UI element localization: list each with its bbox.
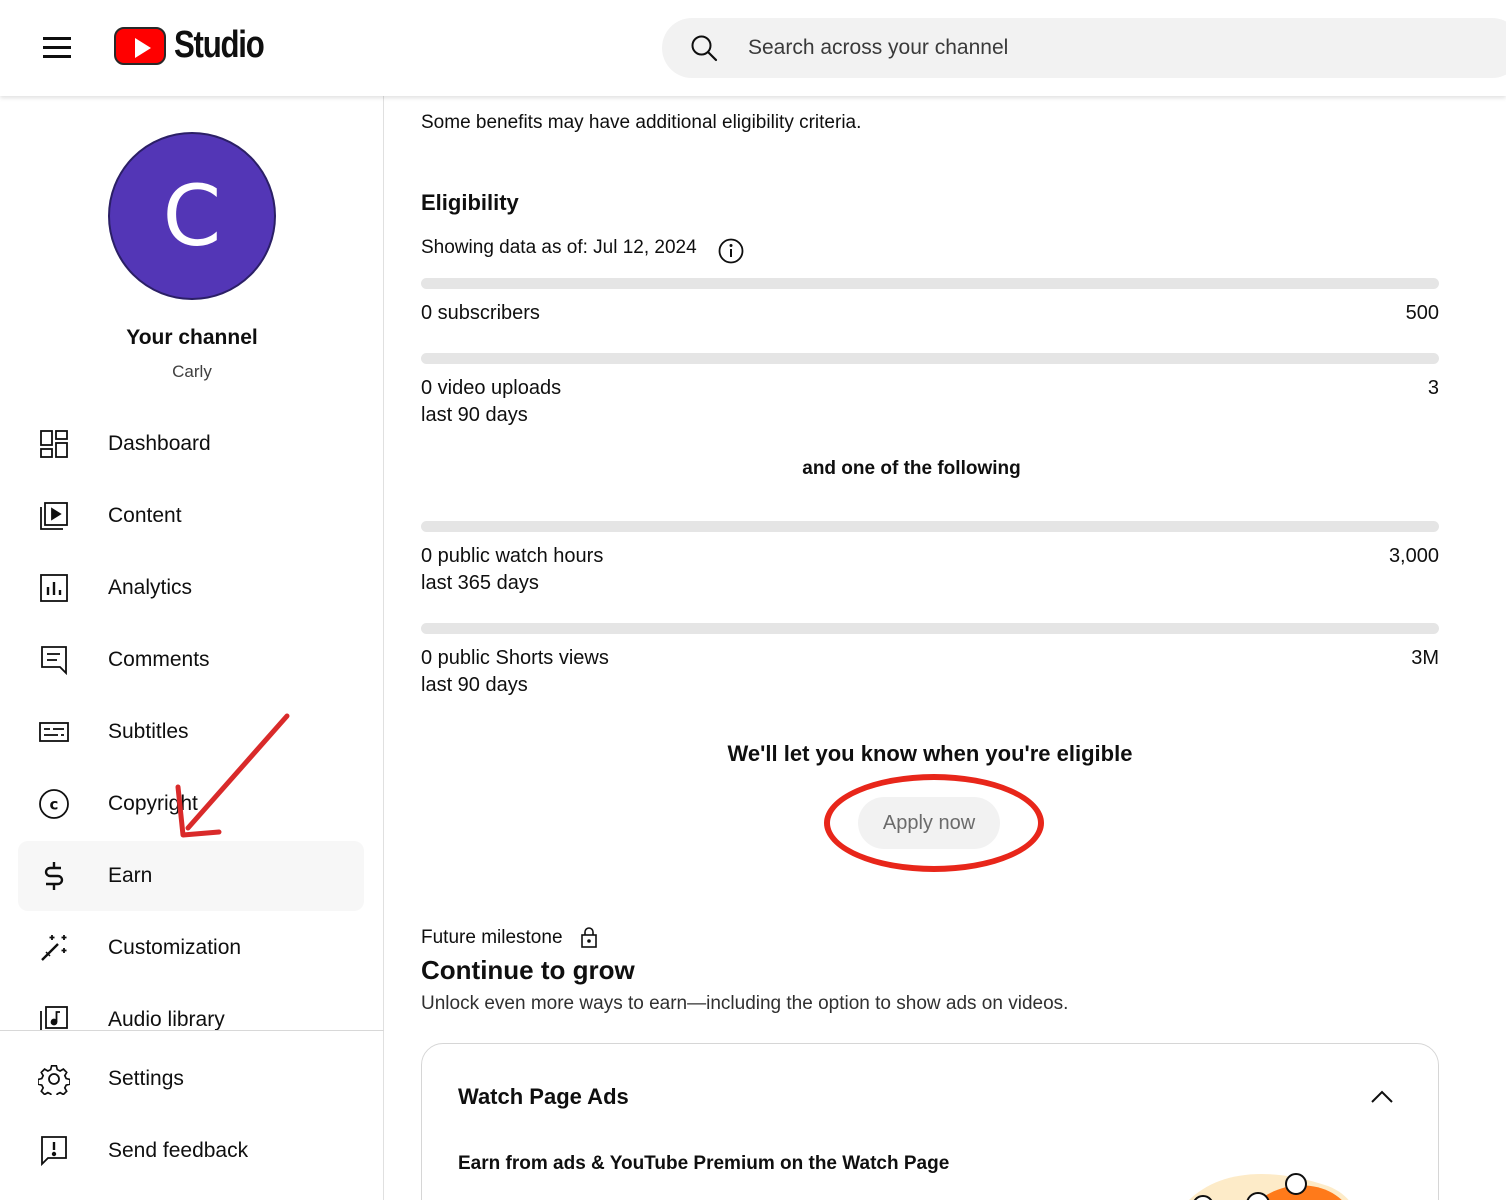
sidebar-item-label: Earn	[108, 864, 153, 887]
sidebar-item-label: Customization	[108, 936, 242, 959]
channel-title: Your channel	[126, 326, 258, 349]
shorts-views-count: 0 public Shorts views	[421, 647, 609, 669]
dollar-icon	[36, 858, 72, 894]
sidebar: C Your channel Carly Dashboard Content A…	[0, 96, 384, 1200]
audio-library-icon	[36, 1002, 72, 1030]
sidebar-item-label: Audio library	[108, 1008, 225, 1030]
card-subtitle: Earn from ads & YouTube Premium on the W…	[458, 1153, 950, 1174]
shorts-views-target: 3M	[1411, 647, 1439, 669]
data-date: Showing data as of: Jul 12, 2024	[421, 237, 697, 258]
top-bar: Studio	[0, 0, 1506, 96]
sidebar-divider	[0, 1030, 384, 1031]
sidebar-item-customization[interactable]: Customization	[18, 913, 364, 983]
watch-hours-progress-bar	[421, 521, 1439, 532]
watch-hours-period: last 365 days	[421, 572, 539, 594]
shorts-views-period: last 90 days	[421, 674, 528, 696]
sidebar-item-analytics[interactable]: Analytics	[18, 553, 364, 623]
uploads-count: 0 video uploads	[421, 377, 562, 399]
watch-hours-count: 0 public watch hours	[421, 545, 604, 567]
apply-now-button[interactable]: Apply now	[858, 797, 1000, 849]
sidebar-item-label: Send feedback	[108, 1139, 249, 1162]
eligibility-heading: Eligibility	[421, 190, 519, 215]
uploads-target: 3	[1427, 377, 1439, 399]
search-bar[interactable]	[662, 18, 1506, 78]
sidebar-item-content[interactable]: Content	[18, 481, 364, 551]
illustration	[1189, 1173, 1349, 1200]
sidebar-item-settings[interactable]: Settings	[18, 1044, 364, 1114]
chevron-up-icon[interactable]	[1370, 1088, 1394, 1104]
channel-avatar[interactable]: C	[108, 132, 276, 300]
sidebar-item-label: Analytics	[108, 576, 193, 599]
copyright-icon: c	[36, 786, 72, 822]
search-icon[interactable]	[690, 34, 718, 62]
sidebar-item-audio-library[interactable]: Audio library	[18, 985, 364, 1030]
sidebar-item-label: Comments	[108, 648, 210, 671]
nav-list: Dashboard Content Analytics Comments Sub…	[0, 396, 384, 1030]
youtube-play-icon	[114, 26, 166, 65]
svg-text:c: c	[50, 796, 59, 814]
watch-hours-target: 3,000	[1388, 545, 1439, 567]
gear-icon	[36, 1061, 72, 1097]
info-icon[interactable]	[717, 237, 745, 265]
future-milestone-label: Future milestone	[421, 927, 563, 948]
sidebar-item-send-feedback[interactable]: Send feedback	[18, 1116, 364, 1186]
watch-page-ads-card[interactable]: Watch Page Ads Earn from ads & YouTube P…	[421, 1043, 1439, 1200]
uploads-progress-bar	[421, 353, 1439, 364]
feedback-icon	[36, 1133, 72, 1169]
eligibility-notice: We'll let you know when you're eligible	[727, 741, 1133, 766]
sidebar-item-label: Dashboard	[108, 432, 211, 455]
sidebar-item-comments[interactable]: Comments	[18, 625, 364, 695]
magic-wand-icon	[36, 930, 72, 966]
menu-icon[interactable]	[34, 30, 80, 64]
card-title: Watch Page Ads	[458, 1084, 629, 1109]
sidebar-item-copyright[interactable]: c Copyright	[18, 769, 364, 839]
and-one-of-following: and one of the following	[802, 458, 1021, 479]
content-icon	[36, 498, 72, 534]
subscribers-target: 500	[1405, 302, 1439, 324]
dashboard-icon	[36, 426, 72, 462]
sidebar-item-label: Content	[108, 504, 182, 527]
main-content: Some benefits may have additional eligib…	[384, 96, 1506, 1200]
sidebar-item-subtitles[interactable]: Subtitles	[18, 697, 364, 767]
sidebar-item-label: Settings	[108, 1067, 184, 1090]
future-milestone-title: Continue to grow	[421, 955, 635, 985]
subscribers-progress-bar	[421, 278, 1439, 289]
app-name: Studio	[174, 24, 265, 66]
eligibility-note: Some benefits may have additional eligib…	[421, 112, 862, 133]
analytics-icon	[36, 570, 72, 606]
lock-icon	[581, 927, 597, 948]
subscribers-count: 0 subscribers	[421, 302, 540, 324]
sidebar-item-label: Copyright	[108, 792, 198, 815]
sidebar-item-earn[interactable]: Earn	[18, 841, 364, 911]
studio-logo[interactable]: Studio	[114, 24, 283, 67]
shorts-views-progress-bar	[421, 623, 1439, 634]
search-input[interactable]	[748, 18, 1448, 78]
future-milestone-description: Unlock even more ways to earn—including …	[421, 993, 1069, 1014]
sidebar-item-dashboard[interactable]: Dashboard	[18, 409, 364, 479]
uploads-period: last 90 days	[421, 404, 528, 426]
sidebar-item-label: Subtitles	[108, 720, 189, 743]
channel-name: Carly	[172, 362, 212, 381]
comments-icon	[36, 642, 72, 678]
subtitles-icon	[36, 714, 72, 750]
